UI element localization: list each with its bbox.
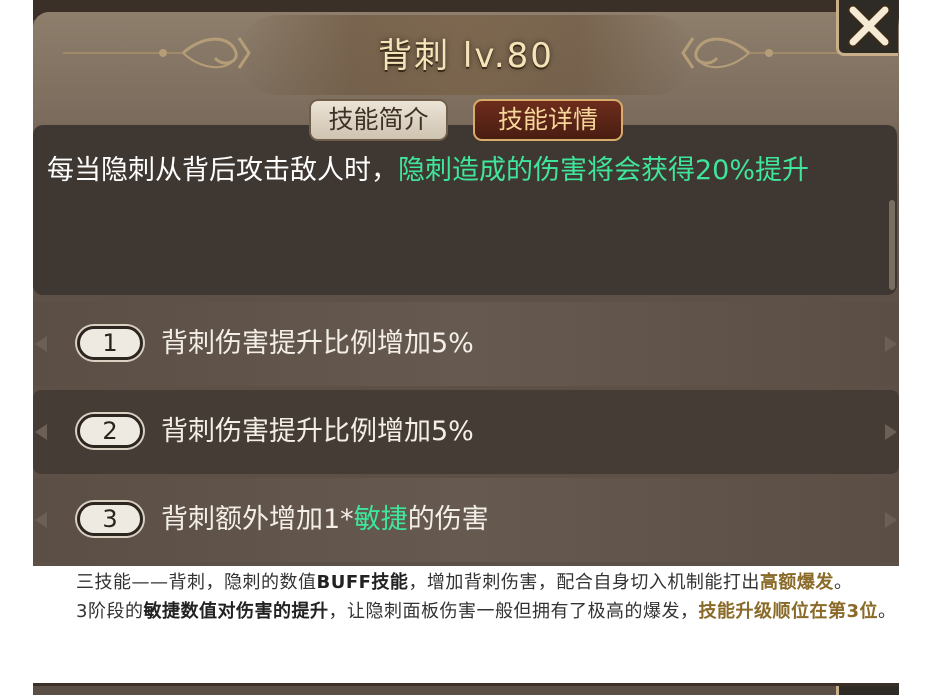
bold-span: 敏捷数值对伤害的提升 (143, 601, 329, 622)
text-span: 3阶段的 (76, 601, 144, 622)
gold-bold-span: 高额爆发 (759, 572, 834, 593)
skill-title: 背刺 lv.80 (378, 36, 554, 76)
tab-skill-detail[interactable]: 技能详情 (473, 99, 623, 141)
article-paragraph: 三技能——背刺，隐刺的数值BUFF技能，增加背刺伤害，配合自身切入机制能打出高额… (33, 568, 928, 597)
text-span: ，增加背刺伤害，配合自身切入机制能打出 (408, 572, 760, 593)
description-scrollbar[interactable] (889, 200, 895, 290)
row-arrow-left-icon (35, 512, 47, 528)
level-text: 背刺伤害提升比例增加5% (161, 328, 474, 359)
row-arrow-left-icon (35, 336, 47, 352)
level-text-pre: 背刺额外增加1* (161, 504, 354, 535)
row-arrow-right-icon (885, 512, 897, 528)
row-arrow-right-icon (885, 336, 897, 352)
text-span: ，让隐刺面板伤害一般但拥有了极高的爆发， (328, 601, 699, 622)
level-text-keyword: 敏捷 (353, 504, 408, 535)
row-arrow-left-icon (35, 424, 47, 440)
level-row: 3 背刺额外增加1*敏捷的伤害 (33, 478, 899, 562)
description-green-text: 隐刺造成的伤害将会获得20%提升 (398, 155, 810, 186)
next-close-button (836, 686, 899, 695)
row-arrow-right-icon (885, 424, 897, 440)
article-paragraph: 3阶段的敏捷数值对伤害的提升，让隐刺面板伤害一般但拥有了极高的爆发，技能升级顺位… (33, 597, 928, 626)
text-span: 三技能——背刺，隐刺的数值 (76, 572, 317, 593)
skill-description: 每当隐刺从背后攻击敌人时，隐刺造成的伤害将会获得20%提升 (47, 148, 882, 193)
gold-bold-span: 技能升级顺位在第3位 (698, 601, 878, 622)
level-row: 2 背刺伤害提升比例增加5% (33, 390, 899, 474)
bold-span: BUFF技能 (316, 572, 409, 593)
level-badge: 1 (77, 326, 143, 360)
level-badge: 3 (77, 502, 143, 536)
article-text: 三技能——背刺，隐刺的数值BUFF技能，增加背刺伤害，配合自身切入机制能打出高额… (33, 568, 928, 626)
ornament-left-icon (63, 37, 251, 69)
text-span: 。 (833, 572, 853, 593)
level-row: 1 背刺伤害提升比例增加5% (33, 302, 899, 386)
level-text: 背刺额外增加1*敏捷的伤害 (161, 500, 489, 540)
description-white-text: 每当隐刺从背后攻击敌人时， (47, 155, 398, 186)
skill-detail-panel: 背刺 lv.80 技能简介 技能详情 每当隐刺从背后攻击敌人时，隐刺造成的伤害将… (33, 0, 899, 566)
level-text-post: 的伤害 (407, 504, 489, 535)
level-text: 背刺伤害提升比例增加5% (161, 416, 474, 447)
next-image-strip (33, 686, 899, 695)
close-button[interactable] (836, 0, 898, 56)
tab-skill-intro[interactable]: 技能简介 (309, 99, 448, 141)
level-badge: 2 (77, 414, 143, 448)
text-span: 。 (877, 601, 897, 622)
close-x-icon (847, 4, 891, 48)
